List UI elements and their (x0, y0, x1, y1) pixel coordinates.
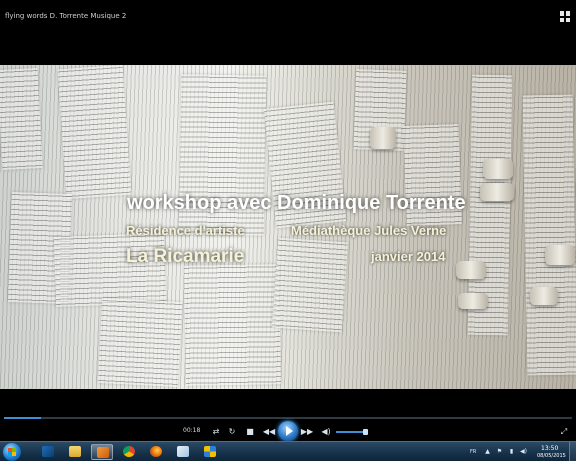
network-icon: ▮ (509, 448, 514, 455)
speaker-icon: ◀) (321, 427, 331, 436)
tray-volume-button[interactable]: ◀) (520, 448, 527, 455)
switch-to-library-button[interactable] (560, 11, 571, 22)
next-button[interactable]: ▶▶ (300, 427, 314, 437)
next-icon: ▶▶ (300, 427, 314, 436)
repeat-button[interactable]: ↻ (226, 427, 238, 437)
volume-slider-thumb[interactable] (363, 429, 368, 435)
fullscreen-icon: ⤢ (560, 427, 568, 436)
switch-to-library-icon (560, 11, 564, 16)
taskbar-app-explorer[interactable] (64, 444, 86, 460)
tray-show-hidden-button[interactable]: ▲ (484, 448, 491, 455)
elapsed-time: 00:18 (183, 427, 201, 434)
chevron-up-icon: ▲ (485, 448, 490, 455)
stop-icon: ■ (246, 427, 254, 436)
seek-bar-progress (4, 417, 41, 419)
tray-flag-button[interactable]: ⚑ (496, 448, 503, 455)
title-bar: flying words D. Torrente Musique 2 (0, 0, 576, 65)
overlay-date: janvier 2014 (371, 249, 446, 264)
seek-bar[interactable] (4, 417, 572, 419)
video-overlay-text: workshop avec Dominique Torrente Résiden… (0, 65, 576, 389)
speaker-icon: ◀) (520, 448, 527, 455)
action-center-flag-icon: ⚑ (496, 448, 503, 455)
firefox-icon (150, 446, 162, 457)
taskbar-app-media-player[interactable] (91, 444, 113, 460)
language-indicator[interactable]: FR (470, 449, 476, 455)
show-desktop-button[interactable] (569, 442, 576, 461)
security-shield-icon (204, 446, 216, 457)
chrome-icon (123, 446, 135, 457)
file-explorer-icon (69, 446, 81, 457)
overlay-title: workshop avec Dominique Torrente (127, 192, 466, 214)
clock-time[interactable]: 13:50 (541, 445, 558, 452)
shuffle-button[interactable]: ⇄ (210, 427, 222, 437)
stop-button[interactable]: ■ (244, 427, 256, 437)
paint-icon (177, 446, 189, 457)
window-title: flying words D. Torrente Musique 2 (5, 12, 127, 20)
taskbar: FR ▲ ⚑ ▮ ◀) 13:50 08/05/2015 (0, 441, 576, 461)
previous-button[interactable]: ◀◀ (262, 427, 276, 437)
tray-network-button[interactable]: ▮ (508, 448, 515, 455)
taskbar-app-chrome[interactable] (118, 444, 140, 460)
video-frame[interactable]: workshop avec Dominique Torrente Résiden… (0, 65, 576, 389)
taskbar-app-security[interactable] (199, 444, 221, 460)
repeat-icon: ↻ (228, 427, 236, 436)
shuffle-icon: ⇄ (212, 427, 220, 436)
windows-media-center-icon (42, 446, 54, 457)
player-controls: 00:18 ⇄ ↻ ■ ◀◀ ▶▶ ◀) ⤢ (0, 389, 576, 441)
overlay-venue: Médiathèque Jules Verne (291, 223, 447, 238)
mute-button[interactable]: ◀) (320, 427, 332, 437)
taskbar-app-media-center[interactable] (37, 444, 59, 460)
media-player-icon (97, 447, 109, 458)
start-button[interactable] (3, 443, 21, 461)
play-button[interactable] (278, 421, 298, 441)
clock-date[interactable]: 08/05/2015 (537, 453, 566, 459)
taskbar-app-firefox[interactable] (145, 444, 167, 460)
fullscreen-button[interactable]: ⤢ (558, 427, 570, 437)
taskbar-app-paint[interactable] (172, 444, 194, 460)
overlay-place: La Ricamarie (126, 246, 245, 267)
previous-icon: ◀◀ (262, 427, 276, 436)
overlay-residence: Résidence d'artiste (126, 223, 245, 238)
